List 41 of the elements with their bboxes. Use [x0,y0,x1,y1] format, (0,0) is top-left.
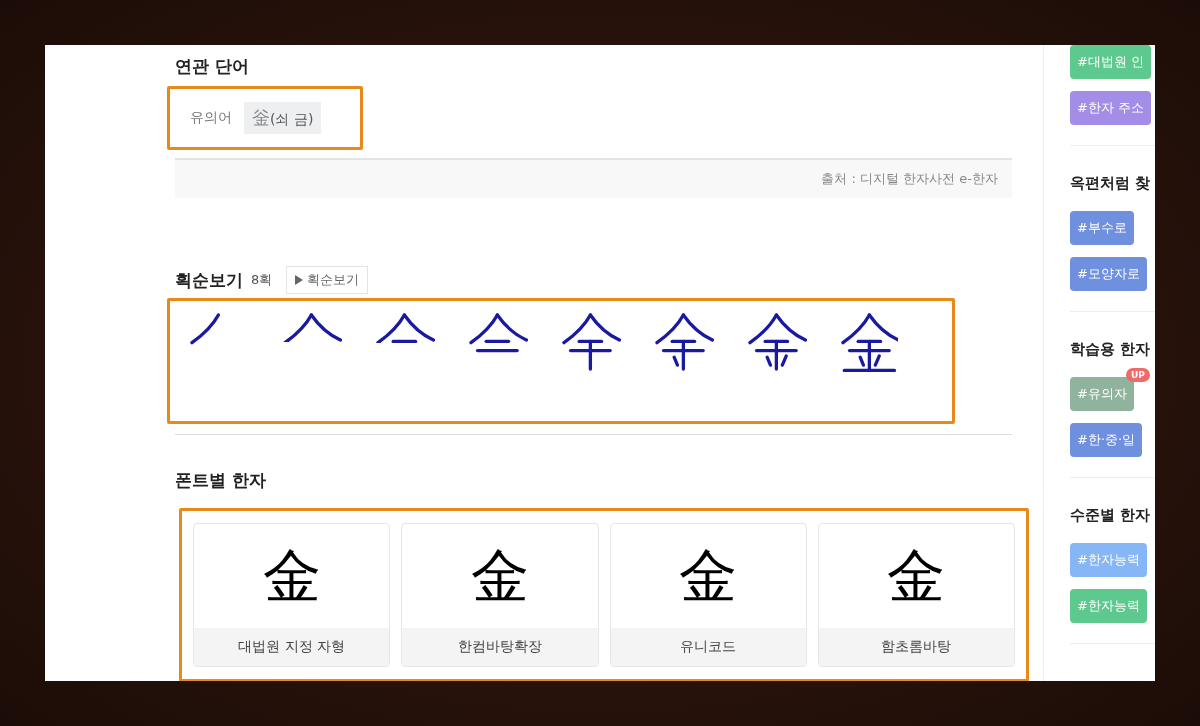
hashtag-link[interactable]: #대법원 인 [1070,45,1152,79]
hashtag-link[interactable]: #유의자 [1070,377,1134,411]
synonym-chip[interactable]: 釡(쇠 금) [244,102,322,134]
stroke-step-drawing [841,313,898,373]
font-card[interactable]: 金 함초롬바탕 [817,523,1015,667]
stroke-step-drawing [376,313,436,344]
section-title: 폰트별 한자 [175,469,267,492]
hashtag-link[interactable]: #부수로 [1070,211,1134,245]
stroke-step-drawing [562,313,622,372]
hashtag-link[interactable]: #한자능력 [1070,543,1147,577]
stroke-step-drawing [190,313,221,345]
play-icon [295,275,304,285]
stroke-count: 8획 [251,271,273,289]
hanja-glyph: 金 [262,547,321,605]
font-card[interactable]: 金 대법원 지정 자형 [193,523,391,667]
font-card[interactable]: 金 한컴바탕확장 [401,523,599,667]
sidebar-heading: 수준별 한자 [1070,506,1152,525]
sidebar-heading: 옥편처럼 찾 [1070,174,1152,193]
synonym-label: 유의어 [190,109,232,127]
stroke-step-drawing [469,313,529,354]
font-card[interactable]: 金 유니코드 [609,523,807,667]
stroke-step-drawing [748,313,808,372]
section-title: 연관 단어 [175,55,250,78]
sidebar-heading: 학습용 한자 [1070,340,1152,359]
source-text: 출처 : 디지털 한자사전 e-한자 [821,170,998,188]
font-name: 함초롬바탕 [818,628,1014,666]
font-name: 한컴바탕확장 [402,628,598,666]
hanja-glyph: 金 [679,547,738,605]
font-name: 유니코드 [610,628,806,666]
stroke-order-button[interactable]: 획순보기 [286,266,369,294]
hashtag-link[interactable]: #한자 주소 [1070,91,1152,125]
stroke-step-drawing [283,313,343,343]
hashtag-link[interactable]: #한·중·일 [1070,423,1143,457]
up-badge: UP [1126,368,1150,382]
hashtag-link[interactable]: #한자능력 [1070,589,1147,623]
hanja-glyph: 金 [470,547,529,605]
hanja-glyph: 金 [887,547,946,605]
hashtag-link[interactable]: #모양자로 [1070,257,1147,291]
font-name: 대법원 지정 자형 [194,628,390,666]
stroke-step-drawing [655,313,715,372]
section-title: 획순보기 [175,268,243,292]
